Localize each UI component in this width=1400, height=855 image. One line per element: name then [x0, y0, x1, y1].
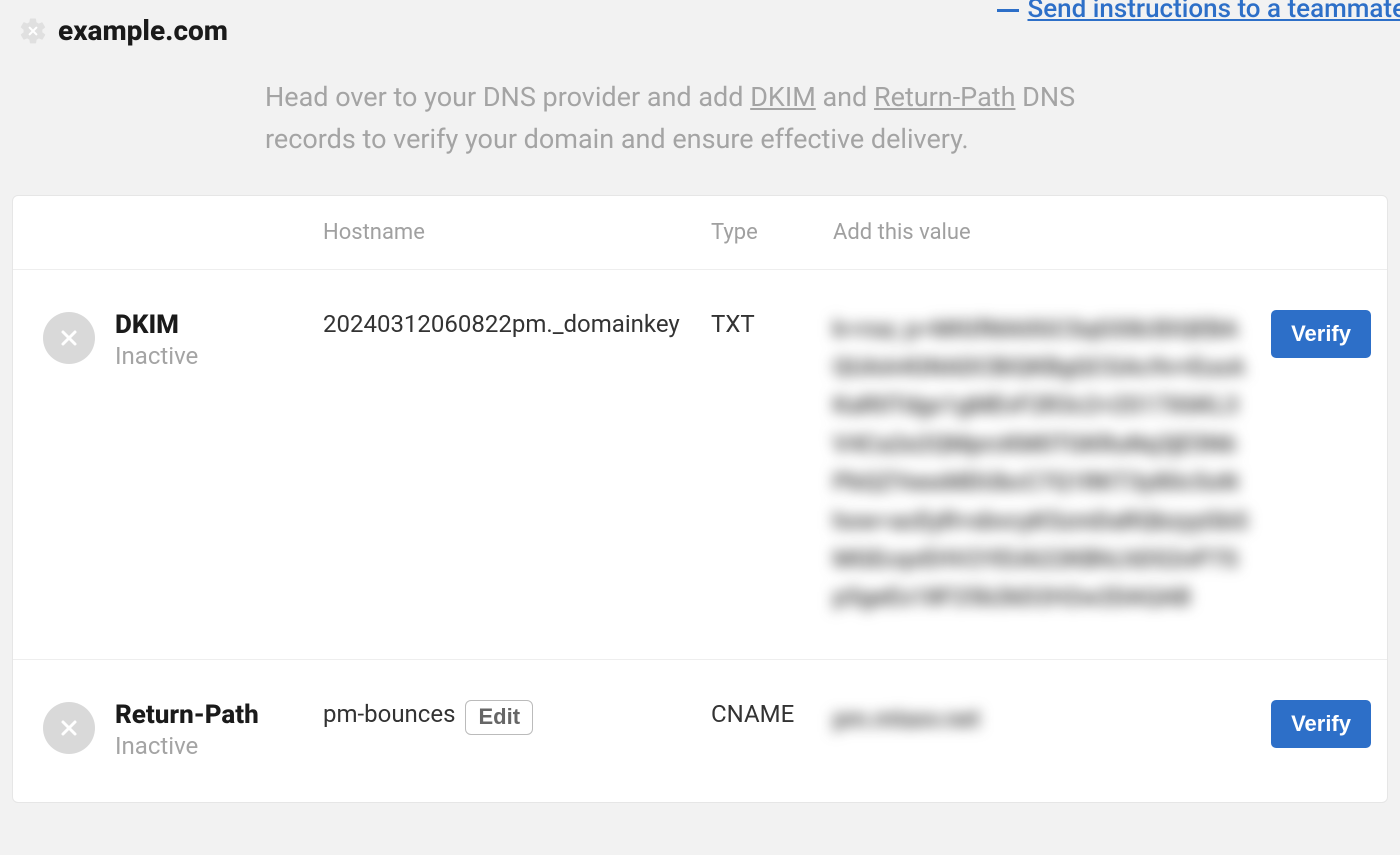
dns-records-table: Hostname Type Add this value — [13, 196, 1387, 802]
dkim-help-link[interactable]: DKIM — [750, 81, 816, 113]
record-type: TXT — [701, 269, 823, 659]
record-row-return-path: Return-Path Inactive pm-bounces Edit CNA… — [13, 659, 1387, 802]
status-inactive-icon — [43, 702, 95, 754]
col-header-action — [1261, 196, 1387, 270]
gear-icon — [18, 16, 48, 46]
col-header-hostname: Hostname — [313, 196, 701, 270]
verify-button[interactable]: Verify — [1271, 700, 1371, 748]
record-hostname: pm-bounces — [323, 700, 455, 728]
col-header-value: Add this value — [823, 196, 1261, 270]
edit-hostname-button[interactable]: Edit — [465, 700, 533, 734]
record-status: Inactive — [115, 342, 198, 370]
verify-button[interactable]: Verify — [1271, 310, 1371, 358]
dns-records-card: Hostname Type Add this value — [12, 195, 1388, 803]
send-instructions-label: Send instructions to a teammate — [1027, 0, 1400, 24]
record-row-dkim: DKIM Inactive 20240312060822pm._domainke… — [13, 269, 1387, 659]
status-inactive-icon — [43, 312, 95, 364]
domain-header: example.com — [18, 14, 228, 47]
intro-text: Head over to your DNS provider and add D… — [0, 77, 1200, 161]
send-instructions-link[interactable]: Send instructions to a teammate — [997, 0, 1400, 24]
col-header-type: Type — [701, 196, 823, 270]
record-value-blurred: k=rsa; p=MIGfMA0GCSqGSIb3DQEBAQUAA4GNADC… — [833, 310, 1251, 617]
record-value-blurred: pm.mtasv.net — [833, 700, 1251, 738]
return-path-help-link[interactable]: Return-Path — [874, 81, 1015, 113]
record-hostname: 20240312060822pm._domainkey — [323, 310, 680, 338]
record-label: DKIM — [115, 310, 198, 340]
record-type: CNAME — [701, 659, 823, 802]
col-header-blank — [13, 196, 313, 270]
dash-icon — [997, 9, 1019, 12]
domain-name: example.com — [58, 14, 228, 47]
record-label: Return-Path — [115, 700, 259, 730]
record-status: Inactive — [115, 732, 259, 760]
